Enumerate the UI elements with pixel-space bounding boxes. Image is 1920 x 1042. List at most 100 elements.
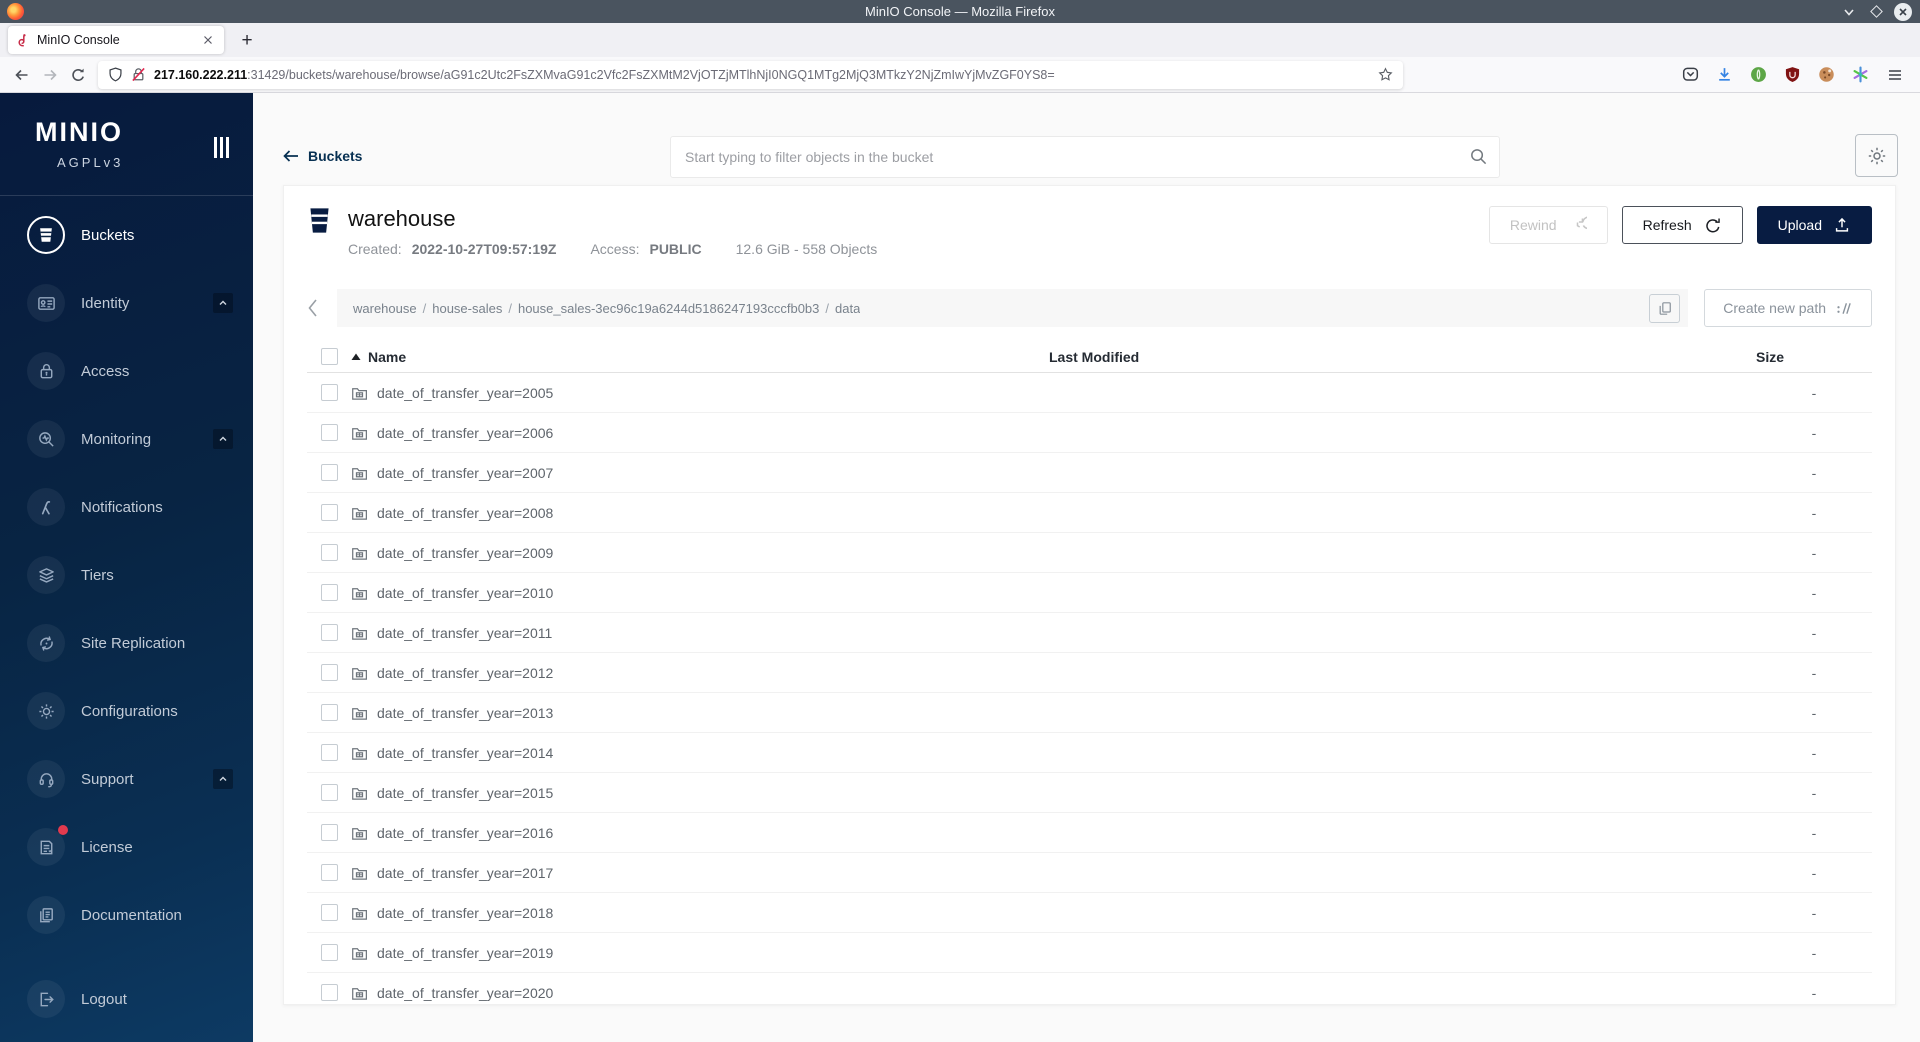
object-name[interactable]: date_of_transfer_year=2011 xyxy=(377,625,552,641)
chevron-up-icon[interactable] xyxy=(213,769,233,789)
chevron-up-icon[interactable] xyxy=(213,429,233,449)
sidebar-item-logout[interactable]: Logout xyxy=(0,965,253,1033)
object-name[interactable]: date_of_transfer_year=2017 xyxy=(377,865,553,881)
extension-green-icon[interactable] xyxy=(1745,61,1772,88)
object-name[interactable]: date_of_transfer_year=2016 xyxy=(377,825,553,841)
table-row[interactable]: date_of_transfer_year=2008 - xyxy=(307,493,1872,533)
table-row[interactable]: date_of_transfer_year=2009 - xyxy=(307,533,1872,573)
extension-asterisk-icon[interactable] xyxy=(1847,61,1874,88)
row-checkbox[interactable] xyxy=(320,544,338,561)
row-checkbox[interactable] xyxy=(320,584,338,601)
table-row[interactable]: date_of_transfer_year=2010 - xyxy=(307,573,1872,613)
new-tab-button[interactable]: + xyxy=(234,27,260,53)
back-to-buckets-link[interactable]: Buckets xyxy=(283,148,362,164)
object-name[interactable]: date_of_transfer_year=2010 xyxy=(377,585,553,601)
sidebar-collapse-icon[interactable] xyxy=(214,137,229,158)
row-checkbox[interactable] xyxy=(320,744,338,761)
row-checkbox[interactable] xyxy=(320,944,338,961)
object-name[interactable]: date_of_transfer_year=2009 xyxy=(377,545,553,561)
row-checkbox[interactable] xyxy=(320,424,338,441)
row-checkbox[interactable] xyxy=(320,904,338,921)
minimize-icon[interactable] xyxy=(1840,3,1858,21)
column-last-modified[interactable]: Last Modified xyxy=(1049,349,1756,365)
rewind-button[interactable]: Rewind xyxy=(1488,206,1608,244)
table-row[interactable]: date_of_transfer_year=2018 - xyxy=(307,893,1872,933)
breadcrumb-segment[interactable]: house_sales-3ec96c19a6244d5186247193cccf… xyxy=(518,301,835,316)
row-checkbox[interactable] xyxy=(320,504,338,521)
path-back-icon[interactable] xyxy=(307,298,337,318)
back-icon[interactable] xyxy=(8,61,36,89)
sidebar-item-documentation[interactable]: Documentation xyxy=(0,881,253,949)
table-row[interactable]: date_of_transfer_year=2013 - xyxy=(307,693,1872,733)
sidebar-item-identity[interactable]: Identity xyxy=(0,269,253,337)
row-checkbox[interactable] xyxy=(320,664,338,681)
bookmark-star-icon[interactable] xyxy=(1378,67,1393,82)
create-new-path-button[interactable]: Create new path xyxy=(1704,289,1872,327)
table-row[interactable]: date_of_transfer_year=2015 - xyxy=(307,773,1872,813)
row-checkbox[interactable] xyxy=(320,704,338,721)
object-name[interactable]: date_of_transfer_year=2005 xyxy=(377,385,553,401)
object-name[interactable]: date_of_transfer_year=2019 xyxy=(377,945,553,961)
sidebar-item-license[interactable]: License xyxy=(0,813,253,881)
reload-icon[interactable] xyxy=(64,61,92,89)
table-row[interactable]: date_of_transfer_year=2017 - xyxy=(307,853,1872,893)
insecure-lock-icon[interactable] xyxy=(131,67,146,82)
sidebar-item-tiers[interactable]: Tiers xyxy=(0,541,253,609)
url-bar[interactable]: 217.160.222.211:31429/buckets/warehouse/… xyxy=(98,60,1403,89)
table-row[interactable]: date_of_transfer_year=2011 - xyxy=(307,613,1872,653)
maximize-icon[interactable] xyxy=(1867,3,1885,21)
row-checkbox[interactable] xyxy=(320,624,338,641)
browser-tab[interactable]: MinIO Console xyxy=(8,26,224,54)
download-icon[interactable] xyxy=(1711,61,1738,88)
close-icon[interactable] xyxy=(1894,2,1912,21)
upload-button[interactable]: Upload xyxy=(1756,206,1872,244)
row-checkbox[interactable] xyxy=(320,864,338,881)
sidebar-item-support[interactable]: Support xyxy=(0,745,253,813)
row-checkbox[interactable] xyxy=(320,464,338,481)
table-row[interactable]: date_of_transfer_year=2019 - xyxy=(307,933,1872,973)
cookie-icon[interactable] xyxy=(1813,61,1840,88)
row-checkbox[interactable] xyxy=(320,384,338,401)
pocket-icon[interactable] xyxy=(1677,61,1704,88)
table-row[interactable]: date_of_transfer_year=2014 - xyxy=(307,733,1872,773)
sidebar-item-access[interactable]: Access xyxy=(0,337,253,405)
object-name[interactable]: date_of_transfer_year=2006 xyxy=(377,425,553,441)
object-name[interactable]: date_of_transfer_year=2013 xyxy=(377,705,553,721)
object-name[interactable]: date_of_transfer_year=2015 xyxy=(377,785,553,801)
object-name[interactable]: date_of_transfer_year=2007 xyxy=(377,465,553,481)
refresh-button[interactable]: Refresh xyxy=(1621,206,1743,244)
copy-path-icon[interactable] xyxy=(1649,293,1681,323)
menu-icon[interactable] xyxy=(1881,61,1908,88)
object-name[interactable]: date_of_transfer_year=2012 xyxy=(377,665,553,681)
table-row[interactable]: date_of_transfer_year=2006 - xyxy=(307,413,1872,453)
settings-button[interactable] xyxy=(1855,134,1898,177)
select-all-checkbox[interactable] xyxy=(320,348,338,365)
column-size[interactable]: Size xyxy=(1756,349,1872,365)
forward-icon[interactable] xyxy=(36,61,64,89)
row-checkbox[interactable] xyxy=(320,784,338,801)
breadcrumb-segment[interactable]: warehouse / xyxy=(353,301,432,316)
sidebar-item-monitoring[interactable]: Monitoring xyxy=(0,405,253,473)
breadcrumb-segment[interactable]: data/ xyxy=(835,301,860,316)
table-row[interactable]: date_of_transfer_year=2005 - xyxy=(307,373,1872,413)
tab-close-icon[interactable] xyxy=(200,32,216,48)
table-row[interactable]: date_of_transfer_year=2016 - xyxy=(307,813,1872,853)
sidebar-item-buckets[interactable]: Buckets xyxy=(0,201,253,269)
object-name[interactable]: date_of_transfer_year=2014 xyxy=(377,745,553,761)
ublock-icon[interactable] xyxy=(1779,61,1806,88)
search-input[interactable] xyxy=(670,136,1500,178)
column-name[interactable]: Name xyxy=(351,349,1049,365)
row-checkbox[interactable] xyxy=(320,984,338,1001)
table-row[interactable]: date_of_transfer_year=2020 - xyxy=(307,973,1872,1004)
object-name[interactable]: date_of_transfer_year=2018 xyxy=(377,905,553,921)
breadcrumb-segment[interactable]: house-sales / xyxy=(432,301,518,316)
shield-icon[interactable] xyxy=(108,67,123,82)
table-row[interactable]: date_of_transfer_year=2007 - xyxy=(307,453,1872,493)
sidebar-item-site-replication[interactable]: Site Replication xyxy=(0,609,253,677)
object-name[interactable]: date_of_transfer_year=2020 xyxy=(377,985,553,1001)
row-checkbox[interactable] xyxy=(320,824,338,841)
table-row[interactable]: date_of_transfer_year=2012 - xyxy=(307,653,1872,693)
chevron-up-icon[interactable] xyxy=(213,293,233,313)
object-name[interactable]: date_of_transfer_year=2008 xyxy=(377,505,553,521)
sidebar-item-notifications[interactable]: Notifications xyxy=(0,473,253,541)
